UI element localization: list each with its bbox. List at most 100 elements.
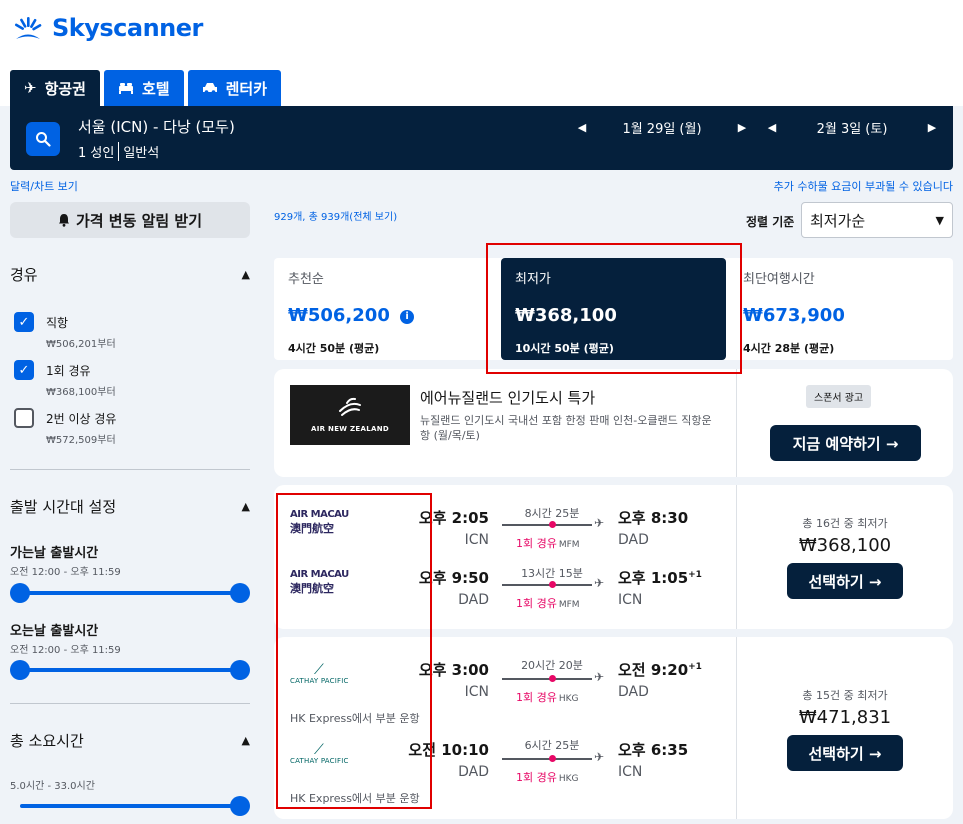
stop-option-label: 직항 bbox=[46, 316, 69, 330]
search-button[interactable] bbox=[26, 122, 60, 156]
depart-date[interactable]: 1월 29일 (월) bbox=[592, 118, 732, 137]
checkbox-direct[interactable]: ✓ bbox=[14, 312, 34, 332]
flight-price: ₩471,831 bbox=[798, 707, 892, 728]
airline-name-chinese: 澳門航空 bbox=[290, 522, 334, 535]
departure-airport: ICN bbox=[464, 532, 489, 548]
return-slider-range: 오전 12:00 - 오후 11:59 bbox=[10, 645, 121, 656]
tab-flights[interactable]: ✈ 항공권 bbox=[10, 70, 100, 106]
sort-tab-fastest[interactable]: 최단여행시간 ₩673,900 4시간 28분 (평균) bbox=[729, 258, 953, 360]
sort-tab-cheapest[interactable]: 최저가 ₩368,100 10시간 50분 (평균) bbox=[501, 258, 726, 360]
airline-name: AIR MACAU bbox=[290, 509, 349, 520]
slider-handle-end[interactable] bbox=[230, 796, 250, 816]
outbound-slider-range: 오전 12:00 - 오후 11:59 bbox=[10, 567, 121, 578]
ad-title: 에어뉴질랜드 인기도시 특가 bbox=[420, 389, 596, 407]
next-day-indicator: +1 bbox=[688, 662, 702, 672]
next-date-icon[interactable]: ▶ bbox=[922, 121, 942, 134]
flight-duration: 20시간 20분 bbox=[521, 659, 583, 672]
outbound-slider-track[interactable] bbox=[20, 591, 240, 595]
calendar-link[interactable]: 달력/차트 보기 bbox=[10, 178, 78, 194]
cathay-brushwing-icon: ⟋ bbox=[314, 662, 324, 678]
stops-info: 1회 경유 MFM bbox=[516, 597, 580, 610]
stop-option-label: 2번 이상 경유 bbox=[46, 412, 117, 426]
duration-slider-track[interactable] bbox=[20, 804, 240, 808]
chevron-up-icon[interactable]: ▲ bbox=[242, 268, 250, 281]
airline-name: AIR MACAU bbox=[290, 569, 349, 580]
return-date-picker: ◀ 2월 3일 (토) ▶ bbox=[762, 118, 942, 137]
baggage-fees-link[interactable]: 추가 수하물 요금이 부과될 수 있습니다 bbox=[774, 178, 953, 194]
sort-dropdown[interactable]: 최저가순 ▼ bbox=[801, 202, 953, 238]
slider-handle-start[interactable] bbox=[10, 660, 30, 680]
stop-option-price: ₩506,201부터 bbox=[46, 339, 116, 350]
prev-date-icon[interactable]: ◀ bbox=[572, 121, 592, 134]
deal-count: 총 16건 중 최저가 bbox=[802, 517, 888, 530]
tab-hotels[interactable]: 호텔 bbox=[103, 70, 184, 106]
slider-handle-end[interactable] bbox=[230, 660, 250, 680]
koru-icon bbox=[339, 397, 361, 416]
divider bbox=[10, 469, 250, 470]
checkbox-one-stop[interactable]: ✓ bbox=[14, 360, 34, 380]
sponsored-ad-card[interactable]: AIR NEW ZEALAND 에어뉴질랜드 인기도시 특가 뉴질랜드 인기도시… bbox=[274, 369, 953, 477]
arrival-airport: ICN bbox=[618, 764, 643, 780]
outbound-slider-title: 가는날 출발시간 bbox=[10, 546, 99, 561]
stops-info: 1회 경유 HKG bbox=[516, 771, 579, 784]
next-day-indicator: +1 bbox=[688, 570, 702, 580]
stop-option-price: ₩368,100부터 bbox=[46, 387, 116, 398]
plane-icon: ✈ bbox=[594, 750, 605, 764]
passenger-count: 1 성인 bbox=[78, 146, 115, 161]
departure-time: 오후 9:50 bbox=[418, 569, 489, 587]
plane-icon: ✈ bbox=[24, 79, 37, 97]
select-flight-button[interactable]: 선택하기 → bbox=[787, 735, 903, 771]
stop-dot bbox=[549, 675, 556, 682]
select-flight-button[interactable]: 선택하기 → bbox=[787, 563, 903, 599]
operated-by-note: HK Express에서 부분 운항 bbox=[290, 712, 420, 725]
arrival-time: 오후 6:35 bbox=[618, 741, 689, 759]
return-slider-track[interactable] bbox=[20, 668, 240, 672]
top-header: Skyscanner ✈ 항공권 호텔 렌터카 bbox=[0, 0, 963, 106]
next-date-icon[interactable]: ▶ bbox=[732, 121, 752, 134]
tab-car-rental[interactable]: 렌터카 bbox=[187, 70, 281, 106]
flight-result-card[interactable]: AIR MACAU 澳門航空 AIR MACAU 澳門航空 오후 2:05 IC… bbox=[274, 485, 953, 629]
flight-duration: 6시간 25분 bbox=[524, 739, 580, 752]
route-text: 서울 (ICN) - 다낭 (모두) bbox=[78, 118, 235, 136]
sort-tab-recommended[interactable]: 추천순 ₩506,200 i 4시간 50분 (평균) bbox=[274, 258, 500, 360]
arrival-time: 오전 9:20+1 bbox=[618, 661, 702, 679]
slider-handle-end[interactable] bbox=[230, 583, 250, 603]
duration-filter-header[interactable]: 총 소요시간 ▲ bbox=[10, 730, 250, 751]
tab-label: 호텔 bbox=[141, 79, 170, 98]
card-divider bbox=[736, 369, 737, 477]
depart-date-picker: ◀ 1월 29일 (월) ▶ bbox=[572, 118, 752, 137]
car-icon bbox=[202, 83, 217, 94]
departure-time: 오전 10:10 bbox=[408, 741, 489, 759]
return-date[interactable]: 2월 3일 (토) bbox=[782, 118, 922, 137]
arrival-time: 오후 1:05+1 bbox=[618, 569, 702, 587]
stops-info: 1회 경유 HKG bbox=[516, 691, 579, 704]
arrival-time: 오후 8:30 bbox=[618, 509, 689, 527]
skyscanner-logo[interactable]: Skyscanner bbox=[10, 14, 203, 42]
departure-filter-header[interactable]: 출발 시간대 설정 ▲ bbox=[10, 496, 250, 517]
stop-option-label: 1회 경유 bbox=[46, 364, 91, 378]
chevron-down-icon: ▼ bbox=[935, 213, 944, 227]
departure-time: 오후 2:05 bbox=[418, 509, 489, 527]
chevron-up-icon[interactable]: ▲ bbox=[242, 500, 250, 513]
flight-result-card[interactable]: ⟋ CATHAY PACIFIC HK Express에서 부분 운항 ⟋ CA… bbox=[274, 637, 953, 819]
plane-icon: ✈ bbox=[594, 670, 605, 684]
checkbox-two-plus-stops[interactable] bbox=[14, 408, 34, 428]
product-tabs: ✈ 항공권 호텔 렌터카 bbox=[10, 70, 281, 106]
departure-airport: DAD bbox=[458, 764, 489, 780]
cathay-pacific-logo: ⟋ CATHAY PACIFIC bbox=[290, 743, 380, 765]
sort-tab-label: 최저가 bbox=[515, 272, 551, 287]
search-summary[interactable]: 서울 (ICN) - 다낭 (모두) 1 성인 일반석 ◀ 1월 29일 (월)… bbox=[10, 106, 953, 170]
stop-dot bbox=[549, 581, 556, 588]
arrival-airport: DAD bbox=[618, 684, 649, 700]
air-macau-logo: AIR MACAU 澳門航空 bbox=[290, 509, 380, 536]
slider-handle-start[interactable] bbox=[10, 583, 30, 603]
results-count-link[interactable]: 929개, 총 939개(전체 보기) bbox=[274, 208, 397, 223]
info-icon[interactable]: i bbox=[400, 310, 415, 324]
chevron-up-icon[interactable]: ▲ bbox=[242, 734, 250, 747]
plane-icon: ✈ bbox=[594, 576, 605, 590]
stops-filter-header[interactable]: 경유 ▲ bbox=[10, 264, 250, 285]
sort-tab-price: ₩506,200 i bbox=[288, 305, 486, 326]
book-now-button[interactable]: 지금 예약하기 → bbox=[770, 425, 921, 461]
price-alert-button[interactable]: 가격 변동 알림 받기 bbox=[10, 202, 250, 238]
prev-date-icon[interactable]: ◀ bbox=[762, 121, 782, 134]
